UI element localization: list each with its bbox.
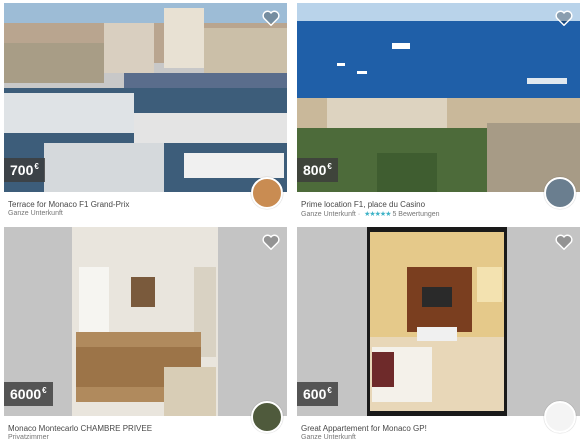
listing-card[interactable]: 600€ Great Appartement for Monaco GP! Ga… (297, 227, 580, 441)
heart-icon[interactable] (262, 10, 280, 26)
sea-photo (297, 3, 580, 192)
listing-title[interactable]: Terrace for Monaco F1 Grand-Prix (8, 200, 129, 209)
listing-room-type: Privatzimmer (8, 434, 49, 441)
listing-card[interactable]: 800€ Prime location F1, place du Casino … (297, 3, 580, 218)
listing-photo[interactable]: 600€ (297, 227, 580, 416)
listing-photo[interactable]: 6000€ (4, 227, 287, 416)
listing-photo[interactable]: 800€ (297, 3, 580, 192)
heart-icon[interactable] (555, 10, 573, 26)
review-count: 5 Bewertungen (392, 211, 440, 218)
listing-room-type: Ganze Unterkunft (301, 211, 356, 218)
host-avatar[interactable] (251, 177, 283, 209)
host-avatar[interactable] (544, 401, 576, 433)
livingroom-photo (297, 227, 580, 416)
price-badge: 600€ (297, 382, 338, 406)
price-badge: 6000€ (4, 382, 53, 406)
harbor-photo (4, 3, 287, 192)
listing-meta: Ganze Unterkunft · ★★★★★ 5 Bewertungen (301, 211, 440, 218)
heart-icon[interactable] (262, 234, 280, 250)
listing-room-type: Ganze Unterkunft (8, 210, 63, 217)
host-avatar[interactable] (251, 401, 283, 433)
listing-card[interactable]: 700€ Terrace for Monaco F1 Grand-Prix Ga… (4, 3, 287, 217)
listing-title[interactable]: Monaco Montecarlo CHAMBRE PRIVEE (8, 424, 152, 433)
listing-photo[interactable]: 700€ (4, 3, 287, 192)
price-badge: 700€ (4, 158, 45, 182)
listing-card[interactable]: 6000€ Monaco Montecarlo CHAMBRE PRIVEE P… (4, 227, 287, 441)
listing-title[interactable]: Great Appartement for Monaco GP! (301, 424, 427, 433)
listing-title[interactable]: Prime location F1, place du Casino (301, 200, 425, 209)
listing-room-type: Ganze Unterkunft (301, 434, 356, 441)
heart-icon[interactable] (555, 234, 573, 250)
price-badge: 800€ (297, 158, 338, 182)
host-avatar[interactable] (544, 177, 576, 209)
rating-stars: ★★★★★ (364, 211, 391, 218)
